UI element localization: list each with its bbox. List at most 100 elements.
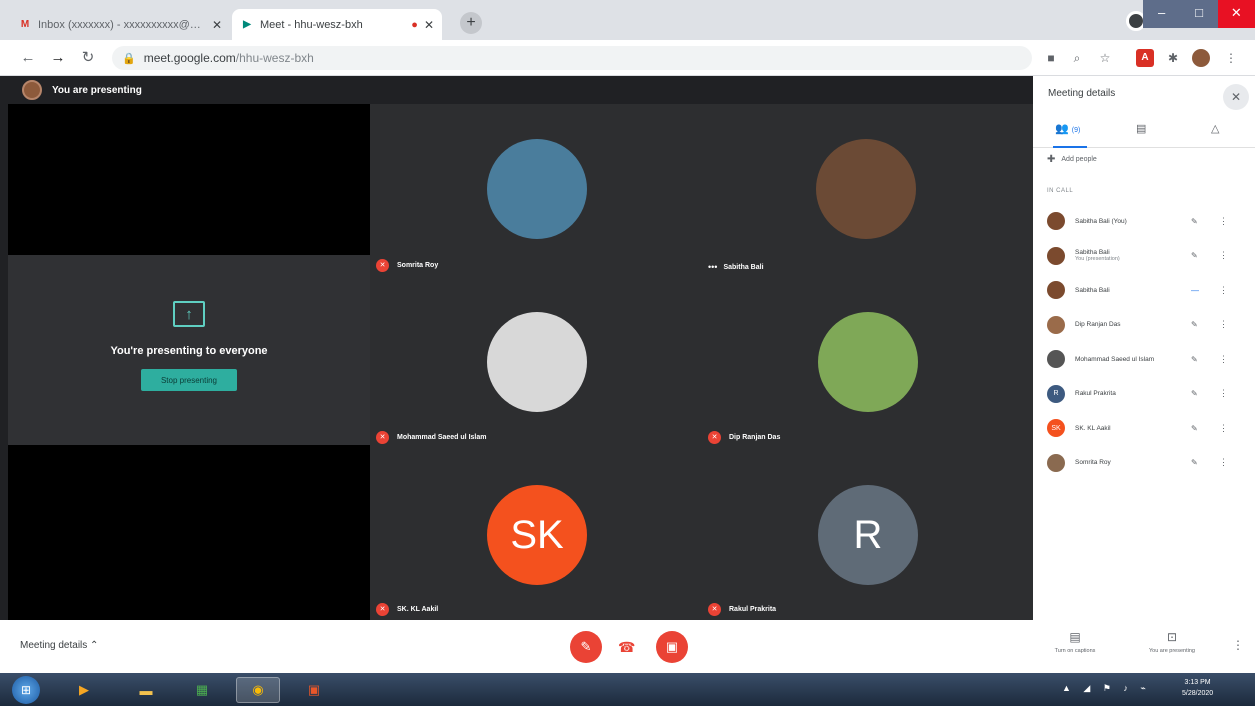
muted-mic-icon: ✕ [376, 259, 389, 272]
tab-meet[interactable]: ▶ Meet - hhu-wesz-bxh ● ✕ [232, 9, 442, 40]
present-screen-icon: ↑ [173, 301, 205, 327]
mic-icon[interactable]: ✎ [1191, 251, 1198, 260]
tab-activities[interactable]: △ [1211, 122, 1219, 135]
recording-dot-icon: ● [411, 18, 418, 31]
people-count: (9) [1071, 127, 1081, 134]
chat-icon: ▤ [1136, 123, 1147, 135]
tab-people[interactable]: 👥 (9) [1055, 122, 1080, 135]
participant-tile[interactable]: ✕ Dip Ranjan Das [702, 276, 1033, 448]
more-options-icon[interactable]: ⋮ [1219, 423, 1228, 434]
list-item[interactable]: Sabitha Bali — ⋮ [1033, 273, 1255, 308]
more-options-icon[interactable]: ⋮ [1219, 216, 1228, 227]
mic-icon[interactable]: ✎ [1191, 217, 1198, 226]
account-avatar[interactable] [1192, 49, 1210, 67]
stop-presenting-button[interactable]: Stop presenting [141, 369, 237, 391]
presenting-message: You're presenting to everyone [110, 345, 268, 357]
system-tray-icons[interactable]: ▲ ◢ ⚑ ♪ ⌁ [1062, 683, 1151, 694]
excel-icon[interactable]: ▦ [180, 677, 224, 703]
url-host: meet.google.com [143, 51, 236, 65]
more-options-icon[interactable]: ⋮ [1219, 250, 1228, 261]
clock-date: 5/28/2020 [1182, 690, 1214, 697]
chrome-icon[interactable]: ◉ [236, 677, 280, 703]
address-bar[interactable]: 🔒 meet.google.com/hhu-wesz-bxh [112, 46, 1032, 70]
participant-tile[interactable]: SK ✕ SK. KL Aakil [370, 448, 701, 620]
hang-up-button[interactable]: ☎ [618, 639, 635, 656]
camera-off-button[interactable]: ▣ [656, 631, 688, 663]
captions-button[interactable]: ▤ Turn on captions [1040, 630, 1110, 654]
window-controls: – □ ✕ [1143, 0, 1255, 28]
participant-photo [487, 312, 587, 412]
muted-mic-icon: ✕ [708, 603, 721, 616]
close-panel-button[interactable]: ✕ [1223, 84, 1249, 110]
list-item[interactable]: Sabitha Bali You (presentation) ✎ ⋮ [1033, 239, 1255, 274]
extension-icon[interactable]: A [1136, 49, 1154, 67]
zoom-icon[interactable]: ⌕ [1068, 49, 1086, 67]
participant-avatar [1047, 350, 1065, 369]
more-options-icon[interactable]: ⋮ [1219, 388, 1228, 399]
participant-photo [487, 139, 587, 239]
participant-name: SK. KL Aakil [1075, 424, 1111, 432]
more-options-icon[interactable]: ⋮ [1219, 319, 1228, 330]
extensions-puzzle-icon[interactable]: ✱ [1164, 49, 1182, 67]
new-tab-button[interactable]: + [460, 12, 482, 34]
mic-icon[interactable]: ✎ [1191, 389, 1198, 398]
mic-icon[interactable]: ✎ [1191, 458, 1198, 467]
activities-icon: △ [1211, 123, 1220, 135]
mic-icon[interactable]: ✎ [1191, 355, 1198, 364]
list-item[interactable]: Somrita Roy ✎ ⋮ [1033, 446, 1255, 481]
forward-icon[interactable]: → [48, 48, 68, 68]
close-window-button[interactable]: ✕ [1217, 0, 1255, 28]
start-button[interactable]: ⊞ [12, 676, 40, 704]
media-player-icon[interactable]: ▶ [62, 677, 106, 703]
muted-mic-icon: ✕ [376, 431, 389, 444]
captions-label: Turn on captions [1054, 648, 1096, 654]
reload-icon[interactable]: ↻ [78, 48, 98, 68]
minimize-button[interactable]: – [1143, 0, 1181, 28]
panel-title: Meeting details [1048, 88, 1116, 99]
list-item[interactable]: Dip Ranjan Das ✎ ⋮ [1033, 308, 1255, 343]
tab-gmail[interactable]: M Inbox (xxxxxxx) - xxxxxxxxxx@gmail.com… [10, 9, 230, 40]
add-people-button[interactable]: ✚ Add people [1047, 154, 1097, 165]
participant-initials-avatar: SK [487, 485, 587, 585]
list-item[interactable]: SK SK. KL Aakil ✎ ⋮ [1033, 411, 1255, 446]
mic-icon[interactable]: ✎ [1191, 424, 1198, 433]
more-options-icon[interactable]: ⋮ [1219, 457, 1228, 468]
browser-menu-icon[interactable]: ⋮ [1222, 49, 1240, 67]
muted-mic-icon: ✕ [708, 431, 721, 444]
maximize-button[interactable]: □ [1180, 0, 1218, 28]
mic-icon[interactable]: ✎ [1191, 320, 1198, 329]
more-options-icon[interactable]: ⋮ [1232, 638, 1244, 652]
participant-tile[interactable]: ✕ Somrita Roy [370, 104, 701, 276]
bookmark-star-icon[interactable]: ☆ [1096, 49, 1114, 67]
os-taskbar: ⊞ ▶ ▬ ▦ ◉ ▣ ▲ ◢ ⚑ ♪ ⌁ 3:13 PM 5/28/2020 [0, 673, 1255, 706]
camera-indicator-icon[interactable]: ■ [1042, 49, 1060, 67]
participant-tile[interactable]: R ✕ Rakul Prakrita [702, 448, 1033, 620]
file-explorer-icon[interactable]: ▬ [124, 677, 168, 703]
participant-tile[interactable]: ••• Sabitha Bali [702, 104, 1033, 276]
speaking-indicator-icon: ••• [708, 262, 718, 272]
list-item[interactable]: R Rakul Prakrita ✎ ⋮ [1033, 377, 1255, 412]
presenting-label: You are presenting [52, 84, 142, 96]
more-options-icon[interactable]: ⋮ [1219, 285, 1228, 296]
list-item[interactable]: Sabitha Bali (You) ✎ ⋮ [1033, 204, 1255, 239]
more-options-icon[interactable]: ⋮ [1219, 354, 1228, 365]
list-item[interactable]: Mohammad Saeed ul Islam ✎ ⋮ [1033, 342, 1255, 377]
close-tab-icon[interactable]: ✕ [212, 18, 222, 32]
speaking-indicator-icon: — [1191, 285, 1199, 295]
participant-name: Sabitha Bali [1075, 286, 1110, 294]
participant-name: Sabitha Bali (You) [1075, 217, 1127, 225]
back-icon[interactable]: ← [18, 48, 38, 68]
clock[interactable]: 3:13 PM 5/28/2020 [1182, 677, 1213, 699]
powerpoint-icon[interactable]: ▣ [292, 677, 336, 703]
active-tab-indicator [1053, 146, 1087, 148]
close-tab-icon[interactable]: ✕ [424, 18, 434, 32]
participant-name-row: ✕ Dip Ranjan Das [708, 431, 780, 444]
participant-avatar: SK [1047, 419, 1065, 438]
url-path: /hhu-wesz-bxh [235, 51, 314, 65]
participant-tile[interactable]: ✕ Mohammad Saeed ul Islam [370, 276, 701, 448]
participant-initials-avatar: R [818, 485, 918, 585]
tab-chat[interactable]: ▤ [1136, 122, 1146, 135]
mic-off-button[interactable]: ✎ [570, 631, 602, 663]
presenting-button[interactable]: ⊡ You are presenting [1132, 630, 1212, 654]
meeting-details-button[interactable]: Meeting details ⌃ [20, 640, 98, 651]
